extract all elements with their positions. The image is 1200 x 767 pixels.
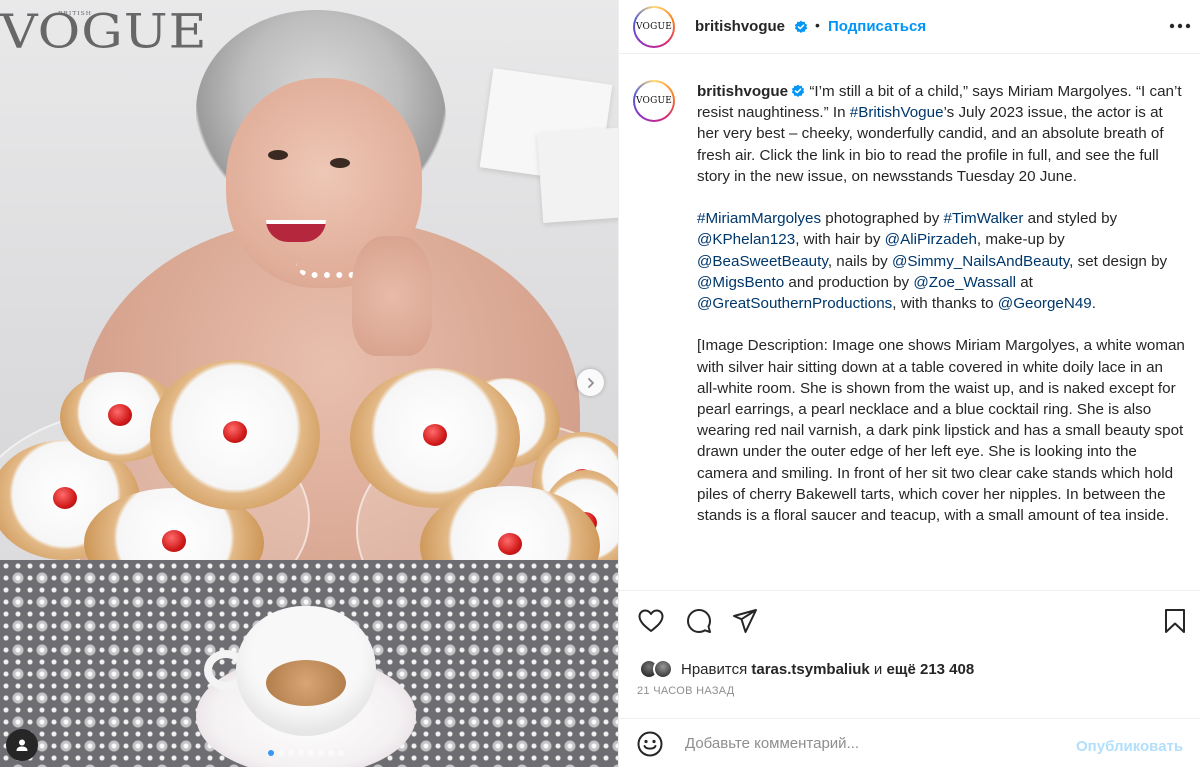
author-avatar[interactable]: VOGUE [633,6,675,48]
vogue-watermark: BRITISH VOGUE [0,5,208,59]
emoji-icon [637,731,663,757]
caption-segment: , make-up by [976,231,1069,249]
mention-link[interactable]: @GreatSouthernProductions [697,295,892,312]
mention-link[interactable]: @Zoe_Wassall [913,274,1016,291]
post-photo[interactable]: BRITISH VOGUE [0,0,618,767]
avatar-logo-text: VOGUE [635,96,673,106]
caption-segment: and styled by [1023,210,1122,228]
emoji-button[interactable] [637,731,663,757]
liker-username[interactable]: taras.tsymbaliuk [751,661,869,678]
next-image-button[interactable] [577,369,604,396]
mention-link[interactable]: @MigsBento [697,274,784,291]
caption-segment: and production by [784,273,914,291]
comment-icon [687,609,711,633]
bookmark-icon [1165,609,1185,633]
background-paper [536,126,618,224]
author-username[interactable]: britishvogue [695,18,785,35]
avatar-logo-text: VOGUE [635,22,673,32]
comment-input[interactable] [685,731,1065,755]
verified-badge-icon [791,19,808,37]
avatar [653,659,673,679]
mention-link[interactable]: @KPhelan123 [697,231,795,248]
subject-eye [330,158,350,168]
liker-avatars[interactable] [639,659,673,679]
tea [266,660,346,706]
hashtag-link[interactable]: #MiriamMargolyes [697,210,821,227]
heart-icon [638,609,664,632]
carousel-dot [338,750,344,756]
carousel-indicator [268,750,344,756]
carousel-dot [288,750,294,756]
caption-section: VOGUE britishvogue “I’m still a bit of a… [619,55,1200,589]
tagged-users-button[interactable] [6,729,38,761]
carousel-dot [268,750,274,756]
publish-button[interactable]: Опубликовать [1076,738,1183,755]
caption-segment: , with thanks to [892,295,998,313]
hashtag-link[interactable]: #TimWalker [944,210,1024,227]
user-icon [16,739,28,751]
caption-segment: , nails by [827,252,892,270]
chevron-right-icon [587,377,594,388]
verified-badge-icon [792,84,805,97]
post-panel: VOGUE britishvogue • Подписаться VOGUE b… [618,0,1200,767]
share-button[interactable] [731,607,759,635]
caption-segment: . [Image Description: Image one shows Mi… [697,295,1185,525]
post-actions: Нравится taras.tsymbaliuk и ещё 213 408 … [619,590,1200,710]
vogue-watermark-small: BRITISH [58,10,93,17]
post-timestamp[interactable]: 21 ЧАСОВ НАЗАД [637,685,735,697]
subject-eye [268,150,288,160]
follow-button[interactable]: Подписаться [828,18,926,35]
carousel-dot [308,750,314,756]
caption-segment: photographed by [821,210,944,228]
post-header: VOGUE britishvogue • Подписаться [619,0,1200,54]
bakewell-tart [150,360,320,510]
mention-link[interactable]: @GeorgeN49 [998,295,1092,312]
carousel-dot [328,750,334,756]
likes-summary: Нравится taras.tsymbaliuk и ещё 213 408 [639,659,974,679]
caption-segment: at [1016,273,1038,291]
subject-hand [352,236,432,356]
mention-link[interactable]: @AliPirzadeh [885,231,977,248]
more-horizontal-icon [1169,23,1191,29]
share-icon [733,609,757,633]
likes-text: Нравится taras.tsymbaliuk и ещё 213 408 [681,661,974,678]
caption-author-avatar[interactable]: VOGUE [633,80,675,122]
mention-link[interactable]: @BeaSweetBeauty [697,253,828,270]
caption-segment: , set design by [1069,252,1172,270]
caption-segment: , with hair by [795,231,885,249]
post-caption: britishvogue “I’m still a bit of a child… [697,81,1187,526]
caption-username[interactable]: britishvogue [697,83,788,100]
hashtag-link[interactable]: #BritishVogue [850,104,944,121]
comment-button[interactable] [685,607,713,635]
like-button[interactable] [637,607,665,635]
likes-conjunction: и [869,660,887,678]
likes-count[interactable]: ещё 213 408 [886,661,974,678]
likes-prefix: Нравится [681,660,752,678]
save-button[interactable] [1161,607,1189,635]
more-options-button[interactable] [1168,16,1192,36]
carousel-dot [318,750,324,756]
carousel-dot [298,750,304,756]
header-separator: • [815,17,820,33]
vogue-watermark-text: VOGUE [0,5,208,59]
carousel-dot [278,750,284,756]
caption-text: “I’m still a bit of a child,” says Miria… [697,83,1189,524]
mention-link[interactable]: @Simmy_NailsAndBeauty [892,253,1069,270]
comment-composer: Опубликовать [619,718,1200,767]
